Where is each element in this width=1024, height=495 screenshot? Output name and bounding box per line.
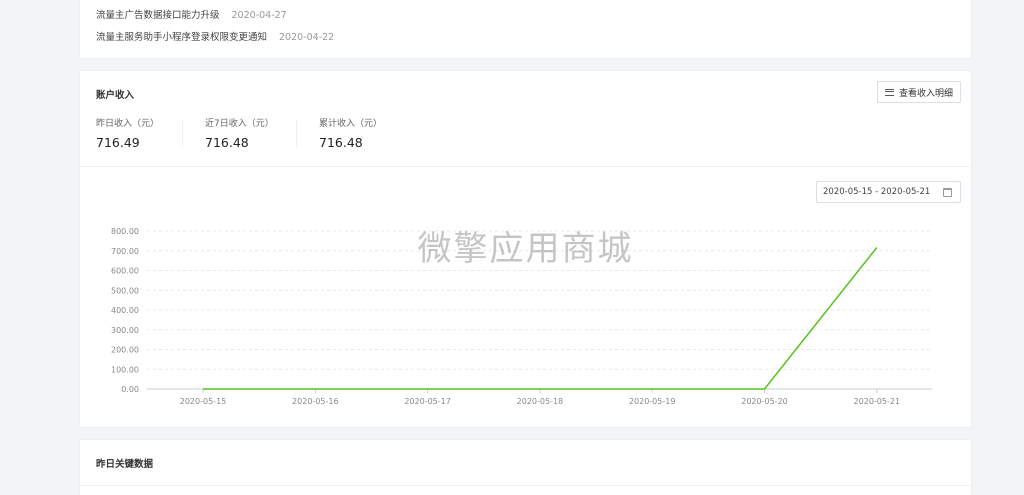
stat-label: 昨日收入（元） [96,119,160,129]
x-tick-label: 2020-05-16 [292,397,339,406]
series-line [203,247,878,390]
stat-total: 累计收入（元） 716.48 [319,116,382,150]
stat-value: 716.49 [96,135,140,150]
x-tick-label: 2020-05-18 [517,397,564,406]
key-data-title: 昨日关键数据 [96,459,154,470]
x-tick-label: 2020-05-20 [741,397,788,406]
income-line-chart: 0.00 100.00 200.00 300.00 400.00 500.00 600.00… [111,227,932,406]
notice-title[interactable]: 流量主服务助手小程序登录权限变更通知 [96,32,267,43]
y-tick-label: 200.00 [111,346,139,355]
key-data-card: 昨日关键数据 [79,439,972,495]
x-tick-label: 2020-05-19 [629,397,676,406]
y-tick-label: 300.00 [111,326,139,335]
stat-value: 716.48 [205,135,249,150]
stat-divider [296,119,297,147]
notice-title[interactable]: 流量主广告数据接口能力升级 [96,10,220,21]
list-icon [884,88,894,96]
stat-label: 累计收入（元） [319,119,383,129]
stat-yesterday: 昨日收入（元） 716.49 [96,116,159,150]
y-tick-label: 0.00 [121,385,139,394]
stat-7days: 近7日收入（元） 716.48 [205,116,274,150]
date-range-picker[interactable]: 2020-05-15 - 2020-05-21 [816,181,961,203]
y-tick-label: 500.00 [111,286,139,295]
notice-date: 2020-04-27 [231,10,287,21]
y-tick-label: 700.00 [111,247,139,256]
y-tick-label: 100.00 [111,365,139,374]
section-divider [80,485,971,486]
notice-date: 2020-04-22 [279,32,335,43]
x-tick-label: 2020-05-17 [404,397,451,406]
stat-divider [182,119,183,147]
view-income-detail-label: 查看收入明细 [898,88,953,99]
date-range-value: 2020-05-15 - 2020-05-21 [823,187,931,197]
section-divider [80,166,971,167]
notice-item[interactable]: 流量主服务助手小程序登录权限变更通知 2020-04-22 [96,29,334,43]
y-tick-label: 800.00 [111,227,139,236]
x-tick-label: 2020-05-21 [854,397,901,406]
calendar-icon [943,188,952,197]
stat-label: 近7日收入（元） [205,119,274,129]
income-title: 账户收入 [96,90,135,101]
view-income-detail-button[interactable]: 查看收入明细 [876,81,961,103]
notice-card: 流量主广告数据接口能力升级 2020-04-27 流量主服务助手小程序登录权限变更… [79,0,972,59]
x-tick-label: 2020-05-15 [180,397,227,406]
income-card: 账户收入 查看收入明细 昨日收入（元） 716.49 近7日收入（元） 716.… [79,70,972,428]
notice-item[interactable]: 流量主广告数据接口能力升级 2020-04-27 [96,7,287,21]
y-tick-label: 600.00 [111,267,139,276]
stat-value: 716.48 [319,135,363,150]
y-tick-label: 400.00 [111,306,139,315]
